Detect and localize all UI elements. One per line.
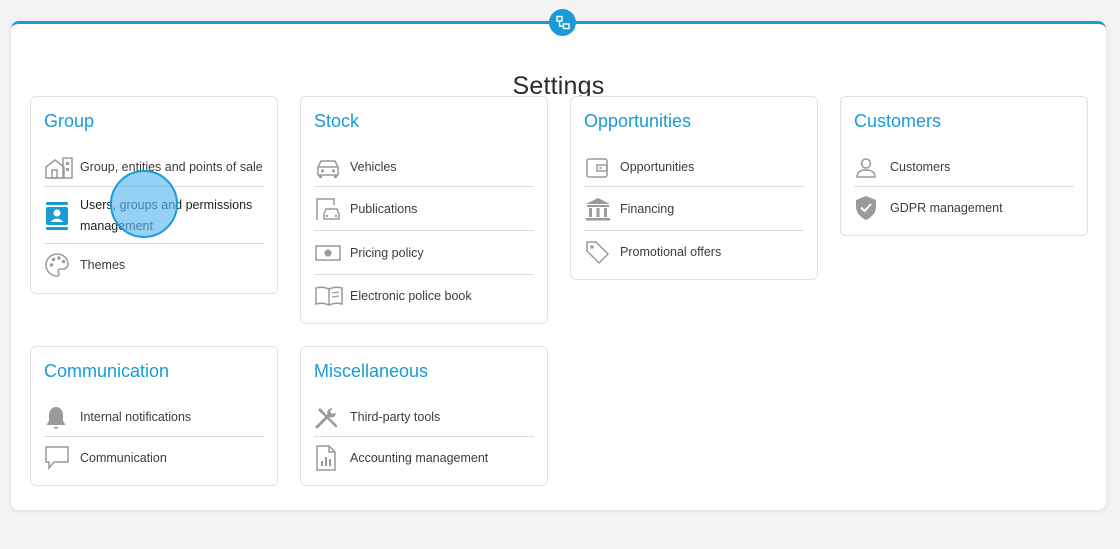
report-chart-icon <box>314 444 350 472</box>
menu-item-label: GDPR management <box>890 200 1003 215</box>
top-badge <box>549 9 576 36</box>
card-communication: Communication Internal notifications Com… <box>30 346 278 486</box>
menu-item-communication[interactable]: Communication <box>44 437 264 479</box>
car-showroom-icon <box>314 196 350 222</box>
banknote-icon <box>314 243 350 263</box>
menu-item-accounting[interactable]: Accounting management <box>314 437 534 479</box>
menu-item-themes[interactable]: Themes <box>44 245 264 285</box>
menu-item-label: Themes <box>80 257 126 272</box>
menu-item-pricing-policy[interactable]: Pricing policy <box>314 231 534 275</box>
menu-item-label: Pricing policy <box>350 245 424 260</box>
menu-item-third-party-tools[interactable]: Third-party tools <box>314 398 534 437</box>
menu-item-label: Publications <box>350 201 418 216</box>
menu-item-label: Communication <box>80 450 167 465</box>
menu-item-label: Customers <box>890 160 951 174</box>
palette-icon <box>44 252 80 278</box>
menu-item-label: Group, entities and points of sale <box>80 160 263 174</box>
card-title-miscellaneous: Miscellaneous <box>314 361 429 381</box>
menu-item-vehicles[interactable]: Vehicles <box>314 148 534 187</box>
menu-item-label: Internal notifications <box>80 410 192 424</box>
menu-item-customers[interactable]: Customers <box>854 148 1074 187</box>
card-title-customers: Customers <box>854 111 942 131</box>
menu-item-label: Vehicles <box>350 160 397 174</box>
wallet-icon <box>584 156 620 180</box>
menu-item-financing[interactable]: Financing <box>584 187 804 231</box>
menu-item-label: Financing <box>620 201 675 216</box>
building-icon <box>44 156 80 180</box>
menu-item-label: Promotional offers <box>620 244 722 259</box>
car-icon <box>314 157 350 179</box>
menu-item-opportunities[interactable]: Opportunities <box>584 148 804 187</box>
card-title-communication: Communication <box>44 361 170 381</box>
network-icon <box>555 15 570 29</box>
menu-item-label: Opportunities <box>620 160 695 174</box>
menu-item-users-permissions[interactable]: Users, groups and permissions management <box>44 187 264 244</box>
card-stock: Stock Vehicles Publications Pricing poli… <box>300 96 548 324</box>
open-book-icon <box>314 285 350 307</box>
person-icon <box>854 156 890 180</box>
menu-item-group-entities[interactable]: Group, entities and points of sale <box>44 148 264 187</box>
menu-item-police-book[interactable]: Electronic police book <box>314 275 534 317</box>
card-title-group: Group <box>44 111 95 131</box>
speech-bubble-icon <box>44 445 80 471</box>
menu-item-label: Accounting management <box>350 450 489 465</box>
menu-item-publications[interactable]: Publications <box>314 187 534 231</box>
card-customers: Customers Customers GDPR management <box>840 96 1088 236</box>
bell-icon <box>44 405 80 431</box>
menu-item-gdpr[interactable]: GDPR management <box>854 187 1074 229</box>
shield-check-icon <box>854 195 890 221</box>
menu-item-label: Third-party tools <box>350 410 441 424</box>
card-title-opportunities: Opportunities <box>584 111 692 131</box>
menu-item-label: Users, groups and permissions management <box>80 197 253 233</box>
tools-icon <box>314 405 350 431</box>
tag-icon <box>584 239 620 265</box>
card-miscellaneous: Miscellaneous Third-party tools Accounti… <box>300 346 548 486</box>
card-group: Group Group, entities and points of sale… <box>30 96 278 294</box>
card-opportunities: Opportunities Opportunities Financing Pr… <box>570 96 818 280</box>
contacts-book-icon <box>44 201 80 231</box>
menu-item-promotional-offers[interactable]: Promotional offers <box>584 231 804 273</box>
bank-icon <box>584 196 620 222</box>
menu-item-label: Electronic police book <box>350 288 472 303</box>
card-title-stock: Stock <box>314 111 360 131</box>
menu-item-internal-notifications[interactable]: Internal notifications <box>44 398 264 437</box>
